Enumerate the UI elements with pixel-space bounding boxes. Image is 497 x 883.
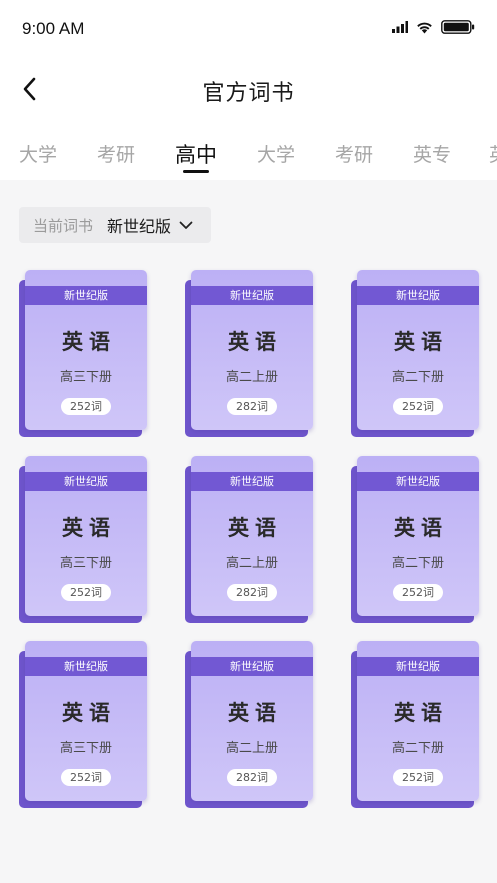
- book-grade: 高二上册: [225, 741, 278, 756]
- word-count-badge: 252词: [61, 398, 111, 415]
- book-subject: 英语: [62, 701, 116, 725]
- word-count-badge: 282词: [227, 584, 277, 601]
- category-tabs: 大学 考研 高中 大学 考研 英专 英: [0, 118, 497, 180]
- active-tab-indicator: [183, 170, 209, 173]
- wifi-icon: [417, 22, 432, 33]
- book-grade: 高三下册: [59, 741, 112, 756]
- book-grade: 高二下册: [391, 741, 444, 756]
- current-book-filter[interactable]: 当前词书 新世纪版: [19, 207, 211, 243]
- nav-bar: 官方词书: [0, 60, 497, 118]
- book-edition: 新世纪版: [357, 472, 479, 491]
- book-card[interactable]: 新世纪版 英语 高二下册 252词: [351, 456, 479, 623]
- book-cover: 新世纪版 英语 高二上册 282词: [191, 456, 313, 616]
- book-grade: 高二上册: [225, 556, 278, 571]
- signal-icon: [392, 21, 408, 33]
- word-count-badge: 282词: [227, 769, 277, 786]
- book-edition: 新世纪版: [191, 657, 313, 676]
- book-subject: 英语: [228, 516, 282, 540]
- book-cover: 新世纪版 英语 高三下册 252词: [25, 641, 147, 801]
- word-count-badge: 282词: [227, 398, 277, 415]
- book-card[interactable]: 新世纪版 英语 高三下册 252词: [19, 456, 147, 623]
- book-card[interactable]: 新世纪版 英语 高二上册 282词: [185, 456, 313, 623]
- book-card[interactable]: 新世纪版 英语 高二下册 252词: [351, 641, 479, 808]
- tab-kaoyan-2[interactable]: 考研: [335, 140, 373, 167]
- status-icons: [392, 20, 475, 34]
- word-count-badge: 252词: [393, 398, 443, 415]
- book-edition: 新世纪版: [191, 286, 313, 305]
- tab-daxue-2[interactable]: 大学: [257, 140, 295, 167]
- book-cover: 新世纪版 英语 高三下册 252词: [25, 456, 147, 616]
- book-grade: 高二下册: [391, 556, 444, 571]
- book-subject: 英语: [394, 330, 448, 354]
- book-grade: 高三下册: [59, 370, 112, 385]
- word-count-badge: 252词: [61, 769, 111, 786]
- status-time: 9:00 AM: [22, 19, 85, 38]
- filter-label: 当前词书: [33, 216, 94, 235]
- book-grade: 高二上册: [225, 370, 278, 385]
- battery-icon: [441, 20, 475, 34]
- book-edition: 新世纪版: [25, 286, 147, 305]
- book-card[interactable]: 新世纪版 英语 高二上册 282词: [185, 270, 313, 437]
- tab-gaozhong[interactable]: 高中: [175, 139, 217, 169]
- book-cover: 新世纪版 英语 高二下册 252词: [357, 270, 479, 430]
- book-grid: 新世纪版 英语 高三下册 252词 新世纪版 英语 高二上册 282词 新世纪版…: [19, 270, 479, 810]
- book-subject: 英语: [394, 516, 448, 540]
- book-subject: 英语: [394, 701, 448, 725]
- book-cover: 新世纪版 英语 高二下册 252词: [357, 641, 479, 801]
- tab-daxue[interactable]: 大学: [19, 140, 57, 167]
- tab-partial[interactable]: 英: [489, 140, 497, 167]
- book-card[interactable]: 新世纪版 英语 高三下册 252词: [19, 641, 147, 808]
- book-grade: 高三下册: [59, 556, 112, 571]
- tab-kaoyan[interactable]: 考研: [97, 140, 135, 167]
- chevron-down-icon: [179, 221, 193, 229]
- book-edition: 新世纪版: [25, 657, 147, 676]
- book-cover: 新世纪版 英语 高二上册 282词: [191, 270, 313, 430]
- tab-yingzhuan[interactable]: 英专: [413, 140, 451, 167]
- book-edition: 新世纪版: [357, 657, 479, 676]
- book-card[interactable]: 新世纪版 英语 高三下册 252词: [19, 270, 147, 437]
- word-count-badge: 252词: [393, 769, 443, 786]
- book-card[interactable]: 新世纪版 英语 高二下册 252词: [351, 270, 479, 437]
- book-cover: 新世纪版 英语 高三下册 252词: [25, 270, 147, 430]
- book-edition: 新世纪版: [357, 286, 479, 305]
- book-card[interactable]: 新世纪版 英语 高二上册 282词: [185, 641, 313, 808]
- book-edition: 新世纪版: [25, 472, 147, 491]
- book-grade: 高二下册: [391, 370, 444, 385]
- book-subject: 英语: [62, 330, 116, 354]
- book-cover: 新世纪版 英语 高二上册 282词: [191, 641, 313, 801]
- book-edition: 新世纪版: [191, 472, 313, 491]
- word-count-badge: 252词: [393, 584, 443, 601]
- page-title: 官方词书: [202, 81, 295, 106]
- book-subject: 英语: [228, 701, 282, 725]
- status-bar: 9:00 AM: [0, 0, 497, 60]
- book-cover: 新世纪版 英语 高二下册 252词: [357, 456, 479, 616]
- word-count-badge: 252词: [61, 584, 111, 601]
- book-subject: 英语: [62, 516, 116, 540]
- filter-value: 新世纪版: [107, 217, 172, 236]
- book-subject: 英语: [228, 330, 282, 354]
